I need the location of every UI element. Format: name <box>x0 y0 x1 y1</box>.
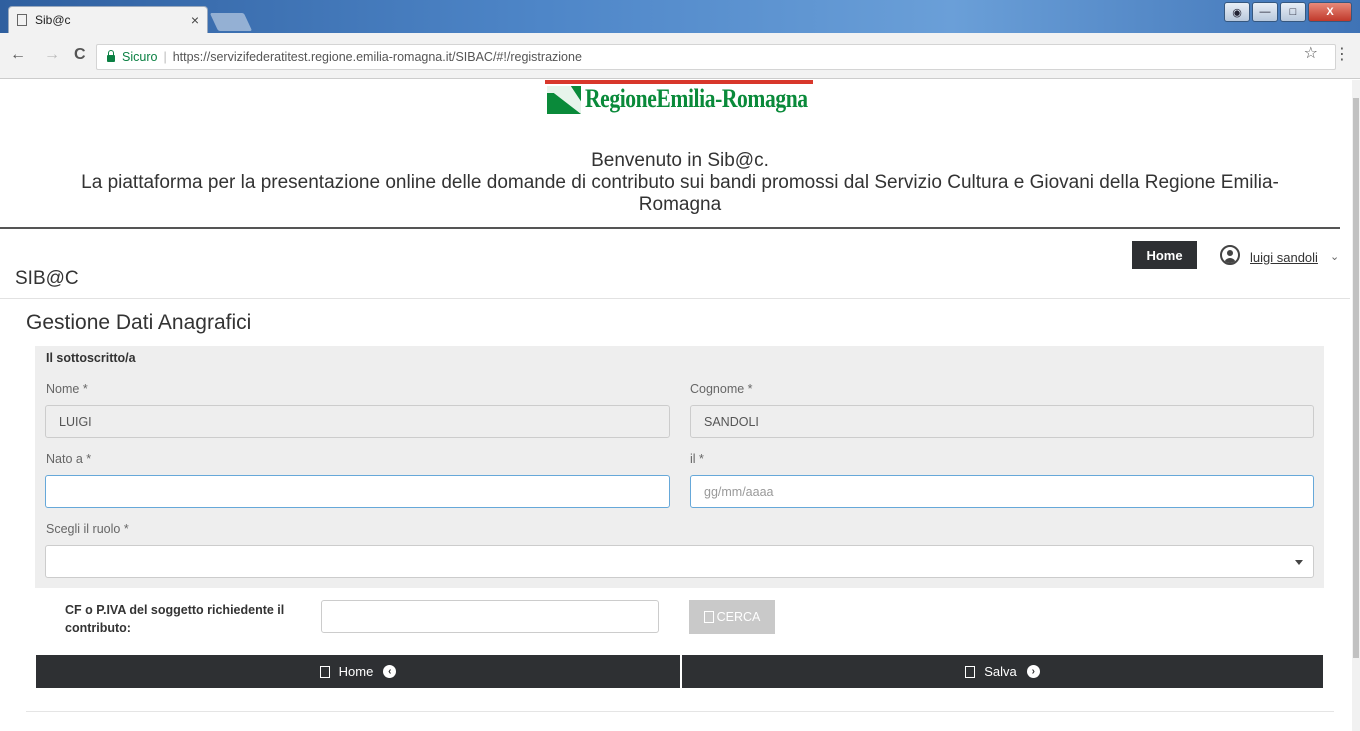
caret-down-icon <box>1295 560 1303 565</box>
arrow-right-circle-icon: › <box>1026 665 1040 678</box>
home-nav-button[interactable]: Home <box>1132 241 1197 269</box>
url-text: https://servizifederatitest.regione.emil… <box>172 50 582 64</box>
bookmark-star-icon[interactable]: ☆ <box>1304 43 1318 63</box>
browser-tab[interactable]: Sib@c × <box>8 6 208 33</box>
browser-tabstrip: Sib@c × ◉ — □ X <box>0 0 1360 33</box>
birthdate-label: il * <box>690 452 704 466</box>
birthplace-field[interactable] <box>45 475 670 508</box>
forward-arrow-icon[interactable]: → <box>44 46 60 64</box>
back-arrow-icon[interactable]: ← <box>10 46 26 64</box>
header-divider <box>0 227 1340 229</box>
logo-text: RegioneEmilia-Romagna <box>585 84 808 113</box>
home-button[interactable]: Home ‹ <box>36 655 680 688</box>
document-icon <box>703 611 714 623</box>
nome-field[interactable]: LUIGI <box>45 405 670 438</box>
welcome-line-2: La piattaforma per la presentazione onli… <box>81 172 1279 193</box>
role-label: Scegli il ruolo * <box>46 522 129 536</box>
navbar-divider <box>0 298 1350 299</box>
welcome-line-1: Benvenuto in Sib@c. <box>591 150 769 171</box>
arrow-left-circle-icon: ‹ <box>383 665 397 678</box>
cognome-field[interactable]: SANDOLI <box>690 405 1314 438</box>
tab-title: Sib@c <box>35 13 71 27</box>
new-tab-button[interactable] <box>209 13 253 31</box>
cf-piva-input[interactable] <box>321 600 659 633</box>
save-button[interactable]: Salva › <box>682 655 1323 688</box>
address-bar[interactable]: Sicuro | https://servizifederatitest.reg… <box>96 44 1336 70</box>
nome-label: Nome * <box>46 382 88 396</box>
window-user-icon[interactable]: ◉ <box>1224 2 1250 22</box>
regione-logo: RegioneEmilia-Romagna <box>545 80 817 120</box>
window-maximize-button[interactable]: □ <box>1280 2 1306 22</box>
search-button-label: CERCA <box>716 610 761 624</box>
tab-close-icon[interactable]: × <box>191 12 199 28</box>
search-button[interactable]: CERCA <box>689 600 775 634</box>
cf-label: CF o P.IVA del soggetto richiedente il c… <box>65 603 285 635</box>
address-separator: | <box>163 50 167 64</box>
footer-divider <box>26 711 1334 712</box>
window-close-button[interactable]: X <box>1308 2 1352 22</box>
section-label: Il sottoscritto/a <box>46 351 136 365</box>
window-controls: ◉ — □ X <box>1224 2 1352 22</box>
logo-flag-icon <box>547 86 581 114</box>
lock-icon <box>107 49 115 62</box>
birthdate-field[interactable]: gg/mm/aaaa <box>690 475 1314 508</box>
save-button-label: Salva <box>984 664 1017 679</box>
document-icon <box>319 665 330 678</box>
user-avatar-icon[interactable] <box>1220 245 1240 265</box>
welcome-message: Benvenuto in Sib@c. La piattaforma per l… <box>0 150 1360 216</box>
secure-label: Sicuro <box>122 50 158 64</box>
chevron-down-icon[interactable]: ⌄ <box>1330 250 1339 263</box>
browser-menu-icon[interactable]: ⋮ <box>1334 44 1350 64</box>
welcome-line-3: Romagna <box>638 194 722 215</box>
app-brand[interactable]: SIB@C <box>15 268 79 290</box>
reload-icon[interactable]: C <box>74 46 86 64</box>
window-minimize-button[interactable]: — <box>1252 2 1278 22</box>
home-button-label: Home <box>338 664 374 679</box>
user-menu-link[interactable]: luigi sandoli <box>1250 250 1318 265</box>
page-icon <box>17 14 27 26</box>
page-title: Gestione Dati Anagrafici <box>26 311 252 334</box>
cognome-label: Cognome * <box>690 382 753 396</box>
document-icon <box>965 665 976 678</box>
role-select[interactable] <box>45 545 1314 578</box>
nato-label: Nato a * <box>46 452 92 466</box>
